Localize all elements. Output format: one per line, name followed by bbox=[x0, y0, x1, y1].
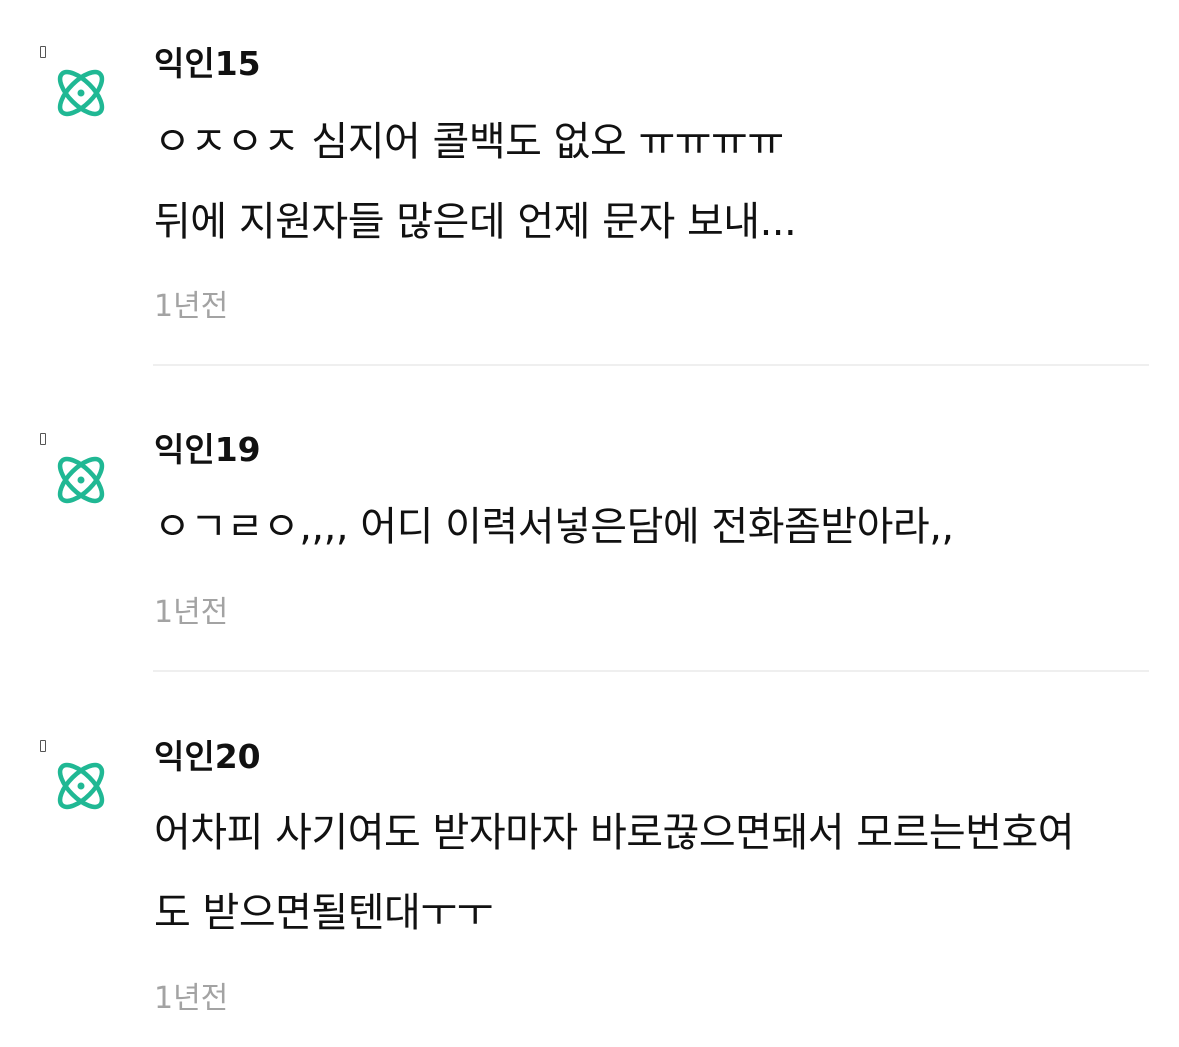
comment-marker bbox=[40, 740, 46, 752]
comment-timestamp: 1년전 bbox=[154, 595, 229, 630]
comment-timestamp: 1년전 bbox=[154, 981, 229, 1016]
comment-divider bbox=[153, 364, 1149, 366]
comment-text-line: ㅇㄱㄹㅇ,,,, 어디 이력서넣은담에 전화좀받아라,, bbox=[154, 504, 954, 550]
atom-icon bbox=[57, 456, 105, 504]
comment-divider bbox=[153, 670, 1149, 672]
comment-timestamp: 1년전 bbox=[154, 289, 229, 324]
comment-marker bbox=[40, 46, 46, 58]
avatar[interactable] bbox=[50, 449, 112, 511]
comment-author[interactable]: 익인15 bbox=[154, 44, 261, 84]
avatar[interactable] bbox=[50, 755, 112, 817]
atom-icon bbox=[57, 762, 105, 810]
comment-text-line: 도 받으면될텐대ㅜㅜ bbox=[154, 890, 493, 936]
avatar[interactable] bbox=[50, 62, 112, 124]
comment-text-line: 뒤에 지원자들 많은데 언제 문자 보내... bbox=[154, 199, 797, 245]
comment-marker bbox=[40, 433, 46, 445]
comment-author[interactable]: 익인20 bbox=[154, 737, 261, 777]
comment-author[interactable]: 익인19 bbox=[154, 430, 261, 470]
comment-text-line: 어차피 사기여도 받자마자 바로끊으면돼서 모르는번호여 bbox=[154, 810, 1075, 856]
comment-text-line: ㅇㅈㅇㅈ 심지어 콜백도 없오 ㅠㅠㅠㅠ bbox=[154, 119, 784, 165]
atom-icon bbox=[57, 69, 105, 117]
